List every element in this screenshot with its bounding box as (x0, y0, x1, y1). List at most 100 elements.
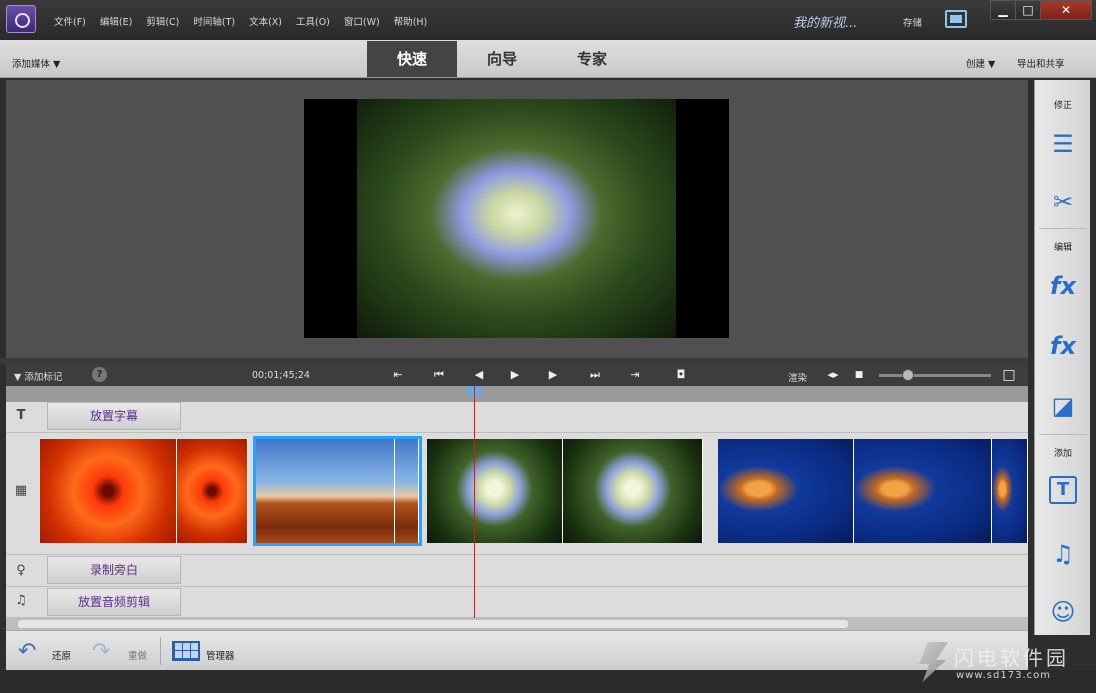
add-media-label: 添加媒体 (12, 59, 51, 70)
create-button[interactable]: 创建 ▼ (966, 56, 995, 70)
chevron-down-icon: ▼ (53, 59, 61, 70)
zoom-slider[interactable] (879, 369, 991, 381)
microphone-icon: ♀ (16, 563, 26, 578)
tab-expert[interactable]: 专家 (547, 41, 637, 77)
menu-text[interactable]: 文本(X) (249, 14, 282, 28)
next-edit-icon[interactable]: ⏭ (586, 367, 604, 383)
zoom-in-icon[interactable]: □ (1000, 367, 1018, 383)
thumbnail (395, 439, 419, 543)
tab-guided[interactable]: 向导 (457, 41, 547, 77)
effects-icon[interactable]: fx (1045, 328, 1081, 364)
thumbnail (40, 439, 177, 543)
app-logo-icon[interactable] (6, 5, 36, 33)
export-share-button[interactable]: 导出和共享 (1017, 56, 1065, 70)
titles-icon[interactable]: T (1049, 476, 1077, 504)
mode-tabs: 快速 向导 专家 (367, 41, 637, 77)
close-icon[interactable]: ✕ (1040, 0, 1092, 20)
applied-effects-icon[interactable]: fx (1045, 268, 1081, 304)
mode-bar: 添加媒体 ▼ 快速 向导 专家 创建 ▼ 导出和共享 (0, 40, 1096, 78)
watermark-brand: 闪电软件园 (954, 646, 1069, 670)
fullscreen-icon[interactable] (945, 10, 967, 28)
undo-icon[interactable]: ↶ (18, 639, 36, 664)
previous-edit-icon[interactable]: ⏮ (430, 367, 448, 383)
menu-help[interactable]: 帮助(H) (394, 14, 428, 28)
action-bar: ↶ 还原 ↷ 重做 管理器 (6, 630, 1028, 670)
save-button[interactable]: 存储 (903, 15, 922, 29)
menu-bar: 文件(F) 编辑(E) 剪辑(C) 时间轴(T) 文本(X) 工具(O) 窗口(… (54, 14, 427, 28)
timeline-scrollbar[interactable] (6, 618, 1028, 630)
fit-timeline-icon[interactable]: ◂▸ (824, 367, 842, 383)
adjustments-icon[interactable]: ☰ (1045, 126, 1081, 162)
tools-icon[interactable]: ✂ (1045, 184, 1081, 220)
clip-jellyfish[interactable] (718, 439, 1028, 543)
redo-button[interactable]: 重做 (128, 648, 147, 662)
undo-button[interactable]: 还原 (52, 648, 71, 662)
adjust-header: 修正 (1053, 101, 1072, 111)
narration-lane: ♀ 录制旁白 (6, 555, 1028, 587)
video-lane: ▦ (6, 433, 1028, 555)
scrollbar-thumb[interactable] (18, 620, 848, 628)
time-ruler[interactable] (6, 386, 1028, 402)
menu-edit[interactable]: 编辑(E) (100, 14, 132, 28)
thumbnail (992, 439, 1028, 543)
render-button[interactable]: 渲染 (788, 370, 807, 384)
organizer-button[interactable]: 管理器 (206, 648, 235, 662)
clip-flower-red[interactable] (40, 439, 248, 543)
menu-file[interactable]: 文件(F) (54, 14, 86, 28)
step-forward-icon[interactable]: ▶ (544, 367, 562, 383)
playhead-line[interactable] (474, 386, 475, 618)
organizer-icon[interactable] (172, 641, 200, 661)
help-icon[interactable]: ? (92, 367, 107, 382)
go-to-end-icon[interactable]: ⇥ (626, 367, 644, 383)
transport-bar: ▼ 添加标记 ? 00;01;45;24 ⇤ ⏮ ◀ ▶ ▶ ⏭ ⇥ ◘ 渲染 … (6, 364, 1028, 386)
thumbnail (177, 439, 248, 543)
film-icon: ▦ (14, 483, 28, 498)
divider (1039, 434, 1087, 435)
zoom-slider-knob[interactable] (902, 369, 914, 381)
video-frame[interactable] (304, 99, 729, 338)
play-icon[interactable]: ▶ (506, 367, 524, 383)
zoom-out-icon[interactable]: ■ (850, 367, 868, 383)
add-marker-button[interactable]: ▼ 添加标记 (14, 369, 62, 383)
add-media-button[interactable]: 添加媒体 ▼ (12, 56, 60, 70)
redo-icon[interactable]: ↷ (92, 639, 110, 664)
graphics-smiley-icon[interactable]: ☺ (1045, 594, 1081, 630)
clip-hydrangea[interactable] (427, 439, 708, 543)
thumbnail (563, 439, 703, 543)
divider (1039, 228, 1087, 229)
step-back-icon[interactable]: ◀ (470, 367, 488, 383)
watermark-url: www.sd173.com (956, 670, 1051, 681)
go-to-start-icon[interactable]: ⇤ (389, 367, 407, 383)
audio-lane: ♫ 放置音频剪辑 (6, 587, 1028, 618)
menu-timeline[interactable]: 时间轴(T) (193, 14, 235, 28)
project-title[interactable]: 我的新视... (793, 12, 857, 31)
menu-tools[interactable]: 工具(O) (296, 14, 330, 28)
drop-title-button[interactable]: 放置字幕 (47, 402, 181, 430)
chevron-down-icon: ▼ (14, 372, 22, 383)
thumbnail (854, 439, 992, 543)
watermark-logo: 闪电软件园 www.sd173.com (914, 640, 1096, 688)
clip-desert[interactable] (253, 436, 422, 546)
divider (160, 637, 161, 665)
timecode-display[interactable]: 00;01;45;24 (252, 370, 310, 381)
premiere-elements-window: 文件(F) 编辑(E) 剪辑(C) 时间轴(T) 文本(X) 工具(O) 窗口(… (0, 0, 1096, 693)
tab-quick[interactable]: 快速 (367, 41, 457, 77)
menu-clip[interactable]: 剪辑(C) (146, 14, 179, 28)
minimize-icon[interactable]: ▁ (990, 0, 1016, 20)
camera-icon[interactable]: ◘ (672, 367, 690, 383)
thumbnail (718, 439, 854, 543)
thumbnail (427, 439, 563, 543)
create-label: 创建 (966, 59, 986, 70)
music-note-icon: ♫ (15, 593, 27, 608)
add-header: 添加 (1053, 449, 1072, 459)
preview-image-hydrangea (357, 99, 676, 338)
record-narration-button[interactable]: 录制旁白 (47, 556, 181, 584)
menu-window[interactable]: 窗口(W) (344, 14, 380, 28)
add-marker-label: 添加标记 (24, 372, 63, 383)
edit-header: 编辑 (1053, 243, 1072, 253)
transitions-icon[interactable]: ◪ (1045, 388, 1081, 424)
lightning-icon (919, 642, 948, 682)
music-icon[interactable]: ♫ (1045, 536, 1081, 572)
drop-audio-button[interactable]: 放置音频剪辑 (47, 588, 181, 616)
maximize-icon[interactable]: □ (1015, 0, 1041, 20)
